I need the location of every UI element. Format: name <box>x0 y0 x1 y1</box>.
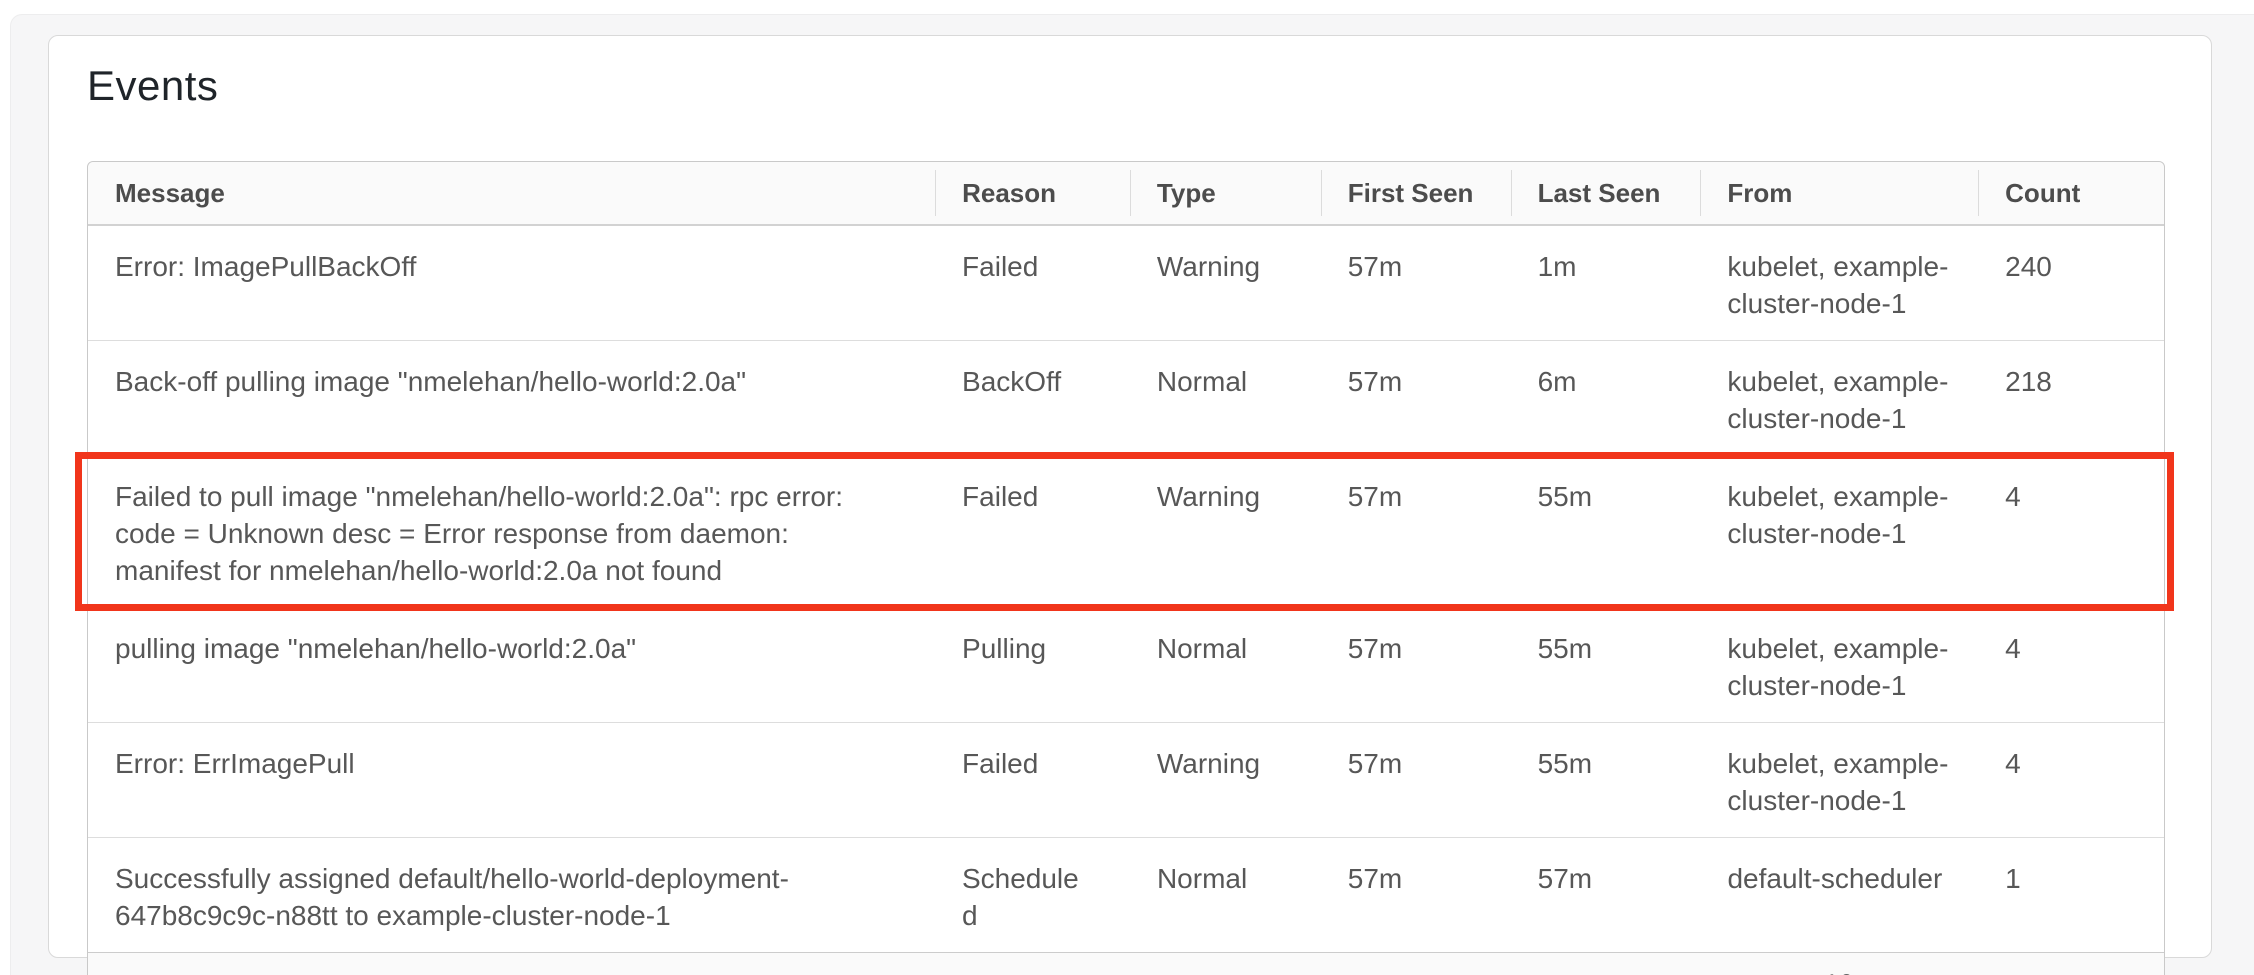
column-header-reason: Reason <box>935 162 1130 224</box>
cell-message: Error: ImagePullBackOff <box>88 226 935 340</box>
cell-reason: Failed <box>935 456 1130 607</box>
cell-from: kubelet, example-cluster-node-1 <box>1700 226 1978 340</box>
table-row: Error: ImagePullBackOff Failed Warning 5… <box>88 226 2164 340</box>
table-footer: Items per page 10 1 - 6 of 6 items <box>88 952 2164 975</box>
column-header-first-seen: First Seen <box>1321 162 1511 224</box>
table-header-row: Message Reason Type First Seen Last Seen… <box>88 162 2164 226</box>
cell-message: Back-off pulling image "nmelehan/hello-w… <box>88 341 935 455</box>
column-header-message: Message <box>88 162 935 224</box>
cell-count: 240 <box>1978 226 2164 340</box>
column-header-from: From <box>1700 162 1978 224</box>
cell-first-seen: 57m <box>1321 456 1511 607</box>
cell-count: 4 <box>1978 608 2164 722</box>
cell-reason: Pulling <box>935 608 1130 722</box>
events-table: Message Reason Type First Seen Last Seen… <box>87 161 2165 975</box>
column-header-count: Count <box>1978 162 2164 224</box>
column-header-type: Type <box>1130 162 1321 224</box>
cell-first-seen: 57m <box>1321 226 1511 340</box>
cell-type: Normal <box>1130 838 1321 952</box>
cell-first-seen: 57m <box>1321 608 1511 722</box>
cell-message: Failed to pull image "nmelehan/hello-wor… <box>88 456 935 607</box>
cell-first-seen: 57m <box>1321 838 1511 952</box>
items-per-page-select[interactable]: 10 <box>1808 967 1916 975</box>
cell-count: 1 <box>1978 838 2164 952</box>
table-row: Successfully assigned default/hello-worl… <box>88 837 2164 952</box>
table-row: Back-off pulling image "nmelehan/hello-w… <box>88 340 2164 455</box>
table-row: Failed to pull image "nmelehan/hello-wor… <box>88 455 2164 607</box>
cell-count: 218 <box>1978 341 2164 455</box>
cell-message: Successfully assigned default/hello-worl… <box>88 838 935 952</box>
cell-from: default-scheduler <box>1700 838 1978 952</box>
cell-first-seen: 57m <box>1321 723 1511 837</box>
cell-type: Warning <box>1130 723 1321 837</box>
cell-count: 4 <box>1978 456 2164 607</box>
table-body: Error: ImagePullBackOff Failed Warning 5… <box>88 226 2164 952</box>
cell-first-seen: 57m <box>1321 341 1511 455</box>
cell-last-seen: 55m <box>1511 723 1701 837</box>
column-header-last-seen: Last Seen <box>1511 162 1701 224</box>
cell-last-seen: 1m <box>1511 226 1701 340</box>
cell-message: pulling image "nmelehan/hello-world:2.0a… <box>88 608 935 722</box>
cell-count: 4 <box>1978 723 2164 837</box>
cell-last-seen: 55m <box>1511 608 1701 722</box>
cell-reason: BackOff <box>935 341 1130 455</box>
events-card: Events Message Reason Type First Seen La… <box>48 35 2212 958</box>
cell-from: kubelet, example-cluster-node-1 <box>1700 341 1978 455</box>
items-per-page-value: 10 <box>1824 969 1854 975</box>
cell-reason: Failed <box>935 226 1130 340</box>
page-title: Events <box>87 62 218 110</box>
cell-last-seen: 57m <box>1511 838 1701 952</box>
cell-last-seen: 55m <box>1511 456 1701 607</box>
cell-message: Error: ErrImagePull <box>88 723 935 837</box>
cell-reason: Failed <box>935 723 1130 837</box>
cell-last-seen: 6m <box>1511 341 1701 455</box>
cell-type: Warning <box>1130 456 1321 607</box>
events-page: Events Message Reason Type First Seen La… <box>0 0 2254 975</box>
table-row: pulling image "nmelehan/hello-world:2.0a… <box>88 607 2164 722</box>
table-row: Error: ErrImagePull Failed Warning 57m 5… <box>88 722 2164 837</box>
cell-type: Normal <box>1130 341 1321 455</box>
cell-from: kubelet, example-cluster-node-1 <box>1700 723 1978 837</box>
cell-type: Warning <box>1130 226 1321 340</box>
cell-from: kubelet, example-cluster-node-1 <box>1700 608 1978 722</box>
cell-reason: Scheduled <box>935 838 1130 952</box>
cell-type: Normal <box>1130 608 1321 722</box>
cell-from: kubelet, example-cluster-node-1 <box>1700 456 1978 607</box>
